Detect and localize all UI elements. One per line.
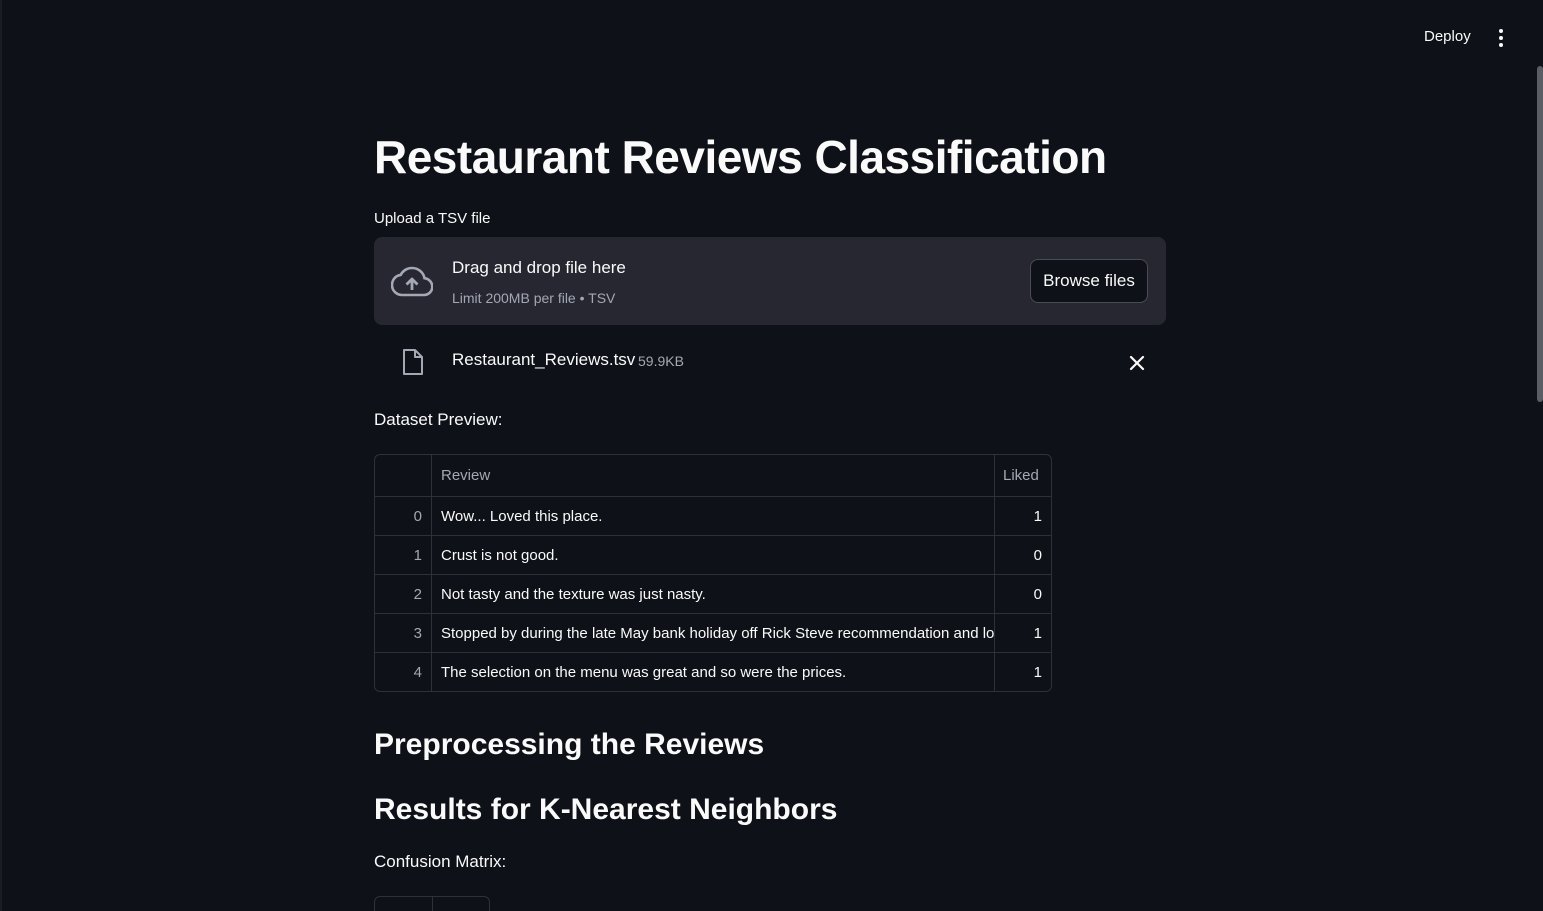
preprocessing-heading: Preprocessing the Reviews bbox=[374, 728, 765, 761]
confusion-matrix-label: Confusion Matrix: bbox=[374, 852, 507, 871]
row-index: 3 bbox=[375, 614, 432, 652]
row-index: 0 bbox=[375, 497, 432, 535]
uploaded-file-name: Restaurant_Reviews.tsv bbox=[452, 350, 636, 369]
app-root: Deploy Restaurant Reviews Classification… bbox=[0, 0, 1543, 911]
file-icon bbox=[403, 349, 423, 375]
confusion-matrix-index-column bbox=[375, 897, 433, 911]
browse-files-button[interactable]: Browse files bbox=[1030, 259, 1148, 303]
table-row[interactable]: 1 Crust is not good. 0 bbox=[375, 535, 1051, 574]
page-title: Restaurant Reviews Classification bbox=[374, 131, 1107, 183]
review-cell[interactable]: Crust is not good. bbox=[432, 536, 995, 574]
liked-cell[interactable]: 0 bbox=[995, 575, 1051, 613]
dataset-preview-label: Dataset Preview: bbox=[374, 410, 503, 429]
cloud-upload-icon bbox=[391, 266, 433, 297]
dropzone-title: Drag and drop file here bbox=[452, 258, 626, 277]
dataset-preview-table[interactable]: Review Liked 0 Wow... Loved this place. … bbox=[374, 454, 1052, 692]
review-cell[interactable]: Not tasty and the texture was just nasty… bbox=[432, 575, 995, 613]
table-header-row: Review Liked bbox=[375, 455, 1051, 496]
table-row[interactable]: 3 Stopped by during the late May bank ho… bbox=[375, 613, 1051, 652]
liked-cell[interactable]: 1 bbox=[995, 653, 1051, 691]
row-index: 4 bbox=[375, 653, 432, 691]
confusion-matrix-table[interactable] bbox=[374, 896, 490, 911]
column-header-liked[interactable]: Liked bbox=[995, 455, 1051, 496]
upload-label: Upload a TSV file bbox=[374, 210, 491, 227]
file-dropzone[interactable]: Drag and drop file here Limit 200MB per … bbox=[374, 237, 1166, 325]
review-cell[interactable]: Stopped by during the late May bank holi… bbox=[432, 614, 995, 652]
close-icon[interactable] bbox=[1126, 352, 1148, 374]
liked-cell[interactable]: 0 bbox=[995, 536, 1051, 574]
liked-cell[interactable]: 1 bbox=[995, 614, 1051, 652]
review-cell[interactable]: Wow... Loved this place. bbox=[432, 497, 995, 535]
row-index: 2 bbox=[375, 575, 432, 613]
scrollbar-thumb[interactable] bbox=[1537, 66, 1543, 402]
liked-cell[interactable]: 1 bbox=[995, 497, 1051, 535]
uploaded-file-size: 59.9KB bbox=[638, 353, 684, 369]
kebab-menu-icon[interactable] bbox=[1492, 27, 1510, 49]
left-edge-divider bbox=[0, 0, 2, 911]
deploy-button[interactable]: Deploy bbox=[1414, 26, 1481, 47]
uploaded-file-row: Restaurant_Reviews.tsv 59.9KB bbox=[374, 345, 1166, 379]
review-cell[interactable]: The selection on the menu was great and … bbox=[432, 653, 995, 691]
table-row[interactable]: 4 The selection on the menu was great an… bbox=[375, 652, 1051, 691]
table-row[interactable]: 2 Not tasty and the texture was just nas… bbox=[375, 574, 1051, 613]
knn-results-heading: Results for K-Nearest Neighbors bbox=[374, 793, 838, 826]
row-index: 1 bbox=[375, 536, 432, 574]
column-header-review[interactable]: Review bbox=[432, 455, 995, 496]
column-header-index[interactable] bbox=[375, 455, 432, 496]
table-row[interactable]: 0 Wow... Loved this place. 1 bbox=[375, 496, 1051, 535]
dropzone-subtitle: Limit 200MB per file • TSV bbox=[452, 290, 616, 306]
